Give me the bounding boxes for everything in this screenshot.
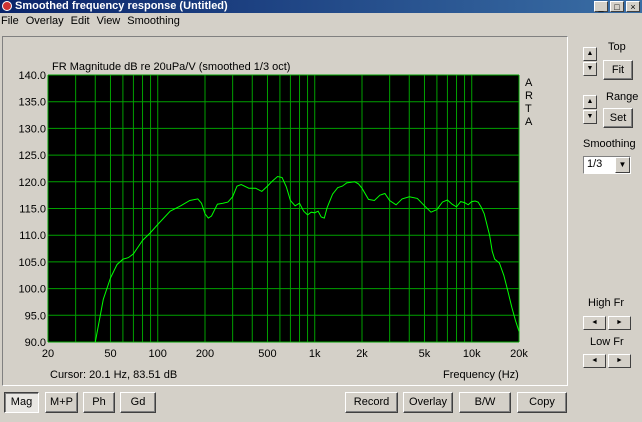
cursor-readout: Cursor: 20.1 Hz, 83.51 dB	[50, 369, 177, 381]
overlay-button[interactable]: Overlay	[403, 392, 453, 413]
low-fr-label: Low Fr	[590, 336, 624, 348]
y-tick-label: 120.0	[18, 177, 46, 189]
high-fr-left-button[interactable]: ◄	[583, 316, 606, 330]
smoothing-value: 1/3	[587, 158, 603, 170]
x-tick-label: 1k	[309, 348, 321, 360]
top-up-button[interactable]: ▲	[583, 47, 597, 61]
top-down-button[interactable]: ▼	[583, 62, 597, 76]
y-tick-label: 115.0	[19, 204, 46, 216]
x-tick-label: 50	[104, 348, 116, 360]
set-button[interactable]: Set	[603, 108, 633, 128]
x-tick-label: 5k	[419, 348, 431, 360]
chart-title: FR Magnitude dB re 20uPa/V (smoothed 1/3…	[52, 61, 290, 73]
low-fr-left-button[interactable]: ◄	[583, 354, 606, 368]
top-label: Top	[608, 41, 626, 53]
x-axis-label: Frequency (Hz)	[443, 369, 519, 381]
frequency-response-chart[interactable]: FR Magnitude dB re 20uPa/V (smoothed 1/3…	[0, 0, 642, 422]
x-tick-label: 200	[196, 348, 214, 360]
mag-phase-tab-button[interactable]: M+P	[45, 392, 78, 413]
watermark-letter: A	[525, 77, 533, 89]
arta-watermark: A R T A	[525, 77, 533, 128]
y-tick-label: 125.0	[18, 150, 46, 162]
x-tick-label: 100	[149, 348, 167, 360]
y-tick-label: 110.0	[19, 230, 46, 242]
high-fr-label: High Fr	[588, 297, 625, 309]
y-tick-label: 140.0	[18, 70, 46, 82]
y-tick-label: 105.0	[18, 257, 46, 269]
phase-tab-button[interactable]: Ph	[83, 392, 115, 413]
group-delay-tab-button[interactable]: Gd	[120, 392, 156, 413]
chevron-down-icon[interactable]: ▼	[615, 157, 630, 173]
range-label: Range	[606, 91, 639, 103]
fit-button[interactable]: Fit	[603, 60, 633, 80]
range-down-button[interactable]: ▼	[583, 110, 597, 124]
smoothing-label: Smoothing	[583, 138, 636, 150]
watermark-letter: R	[525, 90, 533, 102]
x-tick-label: 20k	[510, 348, 528, 360]
y-tick-label: 130.0	[18, 123, 46, 135]
y-tick-label: 95.0	[25, 310, 46, 322]
black-white-button[interactable]: B/W	[459, 392, 511, 413]
x-tick-label: 2k	[356, 348, 368, 360]
smoothing-select[interactable]: 1/3 ▼	[583, 156, 631, 174]
low-fr-right-button[interactable]: ►	[608, 354, 631, 368]
x-tick-label: 10k	[463, 348, 481, 360]
watermark-letter: A	[525, 116, 533, 128]
x-axis-ticks: 20 50 100 200 500 1k 2k 5k 10k 20k	[42, 348, 528, 360]
record-button[interactable]: Record	[345, 392, 398, 413]
x-tick-label: 20	[42, 348, 54, 360]
range-up-button[interactable]: ▲	[583, 95, 597, 109]
y-tick-label: 135.0	[18, 97, 46, 109]
x-tick-label: 500	[258, 348, 276, 360]
y-axis-ticks: 90.095.0100.0105.0110.0115.0120.0125.013…	[18, 70, 46, 349]
watermark-letter: T	[525, 103, 532, 115]
mag-tab-button[interactable]: Mag	[4, 392, 39, 413]
copy-button[interactable]: Copy	[517, 392, 567, 413]
y-tick-label: 100.0	[18, 284, 46, 296]
high-fr-right-button[interactable]: ►	[608, 316, 631, 330]
